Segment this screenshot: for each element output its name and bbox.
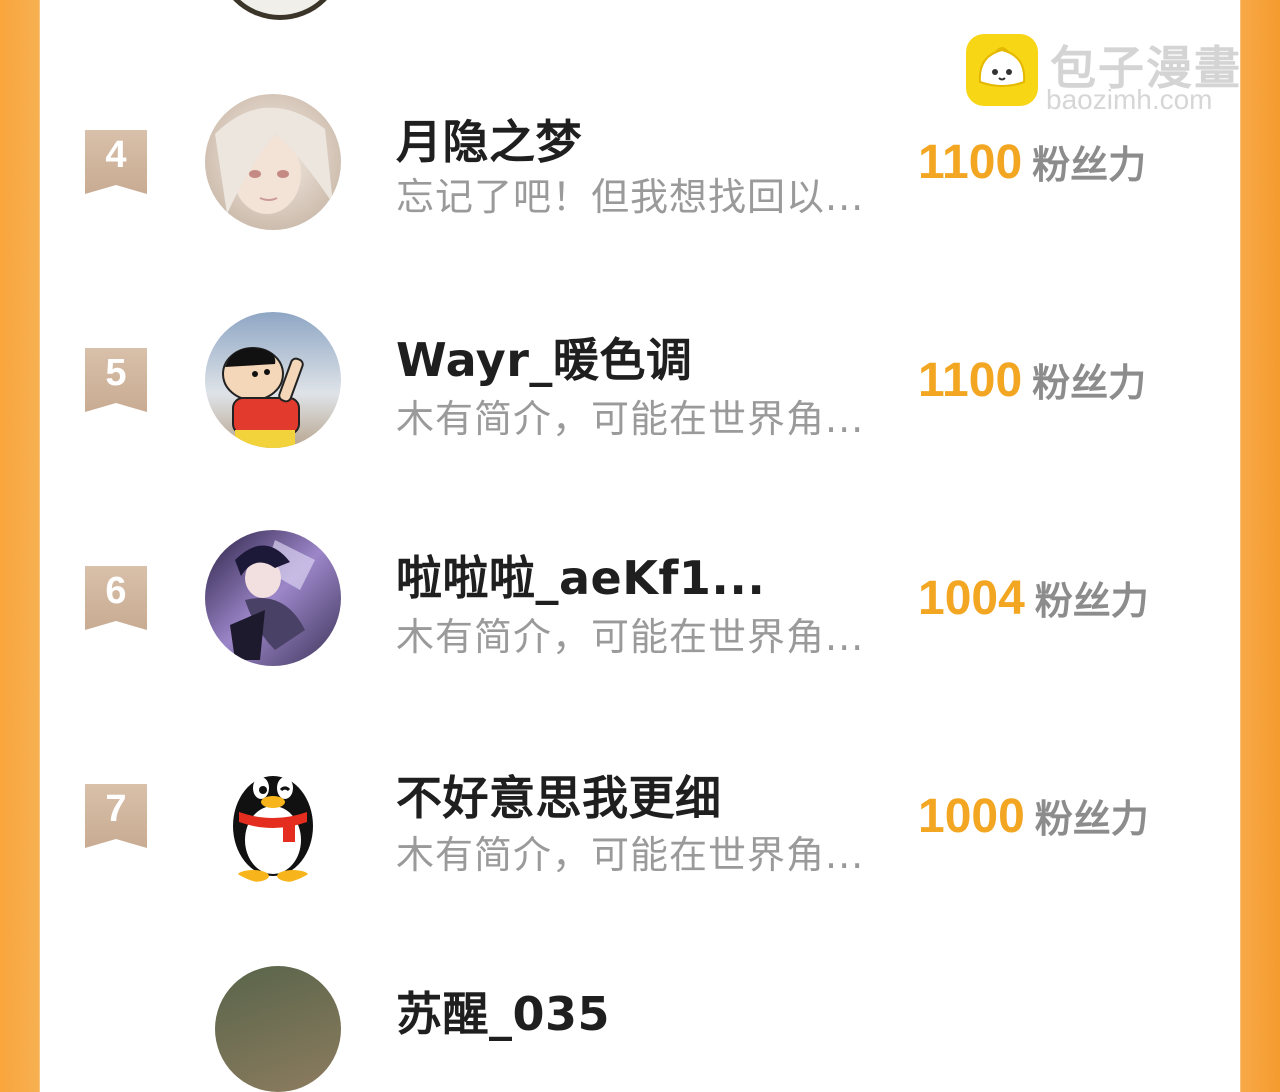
fans-count: 1000: [918, 790, 1025, 843]
ranking-row[interactable]: 5 Wayr_暖色调 木有简介，可能在世界角... 1100 粉丝力: [40, 312, 1240, 530]
user-name[interactable]: Wayr_暖色调: [396, 324, 692, 390]
site-watermark: 包子漫畫 baozimh.com: [966, 34, 1266, 124]
fans-label: 粉丝力: [1034, 797, 1149, 841]
user-name[interactable]: 啦啦啦_aeKf1...: [396, 542, 765, 608]
anime-girl-avatar-image: [205, 94, 341, 230]
anime-character-avatar-image: [205, 530, 341, 666]
avatar[interactable]: [205, 530, 341, 666]
fans-count: 1004: [918, 572, 1025, 625]
rank-badge: 4: [85, 130, 147, 194]
user-bio: 木有简介，可能在世界角...: [396, 397, 865, 441]
user-bio: 木有简介，可能在世界角...: [396, 833, 865, 877]
ranking-row[interactable]: 4 月隐之梦 忘记了吧！但我想找回以... 1100 粉丝力: [40, 94, 1240, 312]
rank-badge: 6: [85, 566, 147, 630]
fans-stat: 1004 粉丝力: [918, 570, 1149, 626]
fans-stat: 1100 粉丝力: [918, 134, 1146, 190]
baozi-logo-icon: [966, 34, 1038, 106]
avatar[interactable]: [205, 94, 341, 230]
fans-count: 1100: [918, 354, 1023, 407]
avatar[interactable]: [205, 312, 341, 448]
ranking-row[interactable]: 6 啦啦啦_aeKf1... 木有简介，可能在世界角... 1004 粉丝力: [40, 530, 1240, 748]
fans-label: 粉丝力: [1034, 579, 1149, 623]
qq-penguin-icon: [233, 776, 313, 882]
crayon-shinchan-avatar-image: [205, 312, 341, 448]
avatar[interactable]: [205, 748, 341, 884]
fans-stat: 1000 粉丝力: [918, 788, 1149, 844]
user-bio: 忘记了吧！但我想找回以...: [396, 175, 865, 219]
user-name-partial[interactable]: 苏醒_035: [396, 978, 610, 1044]
fans-stat: 1100 粉丝力: [918, 352, 1146, 408]
fan-ranking-card: 4 月隐之梦 忘记了吧！但我想找回以... 1100 粉丝力 5 Wayr_暖色…: [40, 0, 1240, 1092]
user-name[interactable]: 月隐之梦: [396, 106, 582, 172]
fans-label: 粉丝力: [1032, 143, 1147, 187]
watermark-domain: baozimh.com: [1046, 84, 1213, 115]
rank-badge: 5: [85, 348, 147, 412]
fans-count: 1100: [918, 136, 1023, 189]
user-name[interactable]: 不好意思我更细: [396, 762, 722, 828]
rank-badge: 7: [85, 784, 147, 848]
avatar-partial-top[interactable]: [215, 0, 345, 20]
avatar-partial-bottom[interactable]: [215, 966, 341, 1092]
user-bio: 木有简介，可能在世界角...: [396, 615, 865, 659]
fans-label: 粉丝力: [1032, 361, 1147, 405]
ranking-row[interactable]: 7 不好意思我更细 木有简介，可能在世界角... 1000 粉丝力: [40, 748, 1240, 966]
